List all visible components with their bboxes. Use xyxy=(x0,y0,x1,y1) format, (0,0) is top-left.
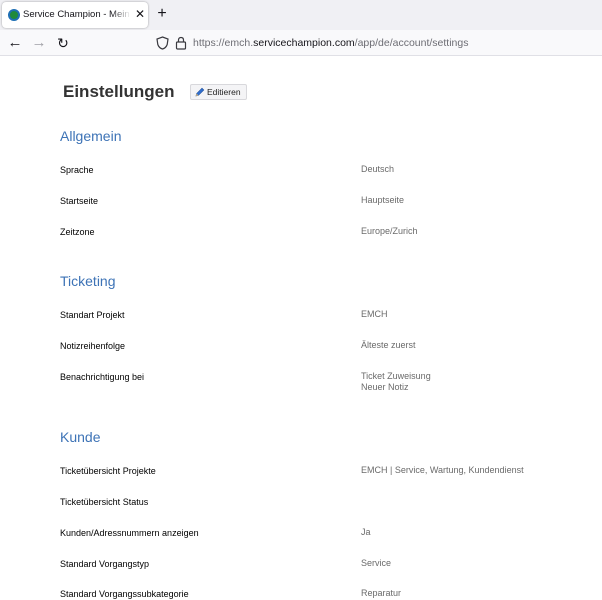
setting-value-standard-vorgangssubkategorie: Reparatur xyxy=(361,588,402,598)
browser-tab[interactable]: Service Champion - Mein Konto ✕ xyxy=(2,2,148,28)
setting-value-standart-projekt: EMCH xyxy=(361,309,388,319)
setting-label-startseite: Startseite xyxy=(60,196,99,206)
padlock-icon[interactable] xyxy=(175,36,187,50)
setting-label-zeitzone: Zeitzone xyxy=(60,227,95,237)
setting-value-sprache: Deutsch xyxy=(361,164,395,174)
setting-label-benachrichtigung: Benachrichtigung bei xyxy=(60,372,145,382)
section-title-ticketing: Ticketing xyxy=(60,273,116,289)
edit-button[interactable]: Editieren xyxy=(190,84,247,100)
setting-label-sprache: Sprache xyxy=(60,165,94,175)
setting-value-standard-vorgangstyp: Service xyxy=(361,558,392,568)
setting-value-startseite: Hauptseite xyxy=(361,195,405,205)
setting-label-notizreihenfolge: Notizreihenfolge xyxy=(60,341,126,351)
browser-tab-strip: Service Champion - Mein Konto ✕ + xyxy=(0,0,602,30)
setting-label-ticketuebersicht-status: Ticketübersicht Status xyxy=(60,497,149,507)
setting-label-standart-projekt: Standart Projekt xyxy=(60,310,125,320)
page-title: Einstellungen xyxy=(63,82,175,101)
section-title-kunde: Kunde xyxy=(60,429,101,445)
close-tab-icon[interactable]: ✕ xyxy=(133,7,147,21)
tab-title: Service Champion - Mein Konto xyxy=(23,9,131,20)
setting-value-zeitzone: Europe/Zurich xyxy=(361,226,418,236)
setting-value-kunden-adressnummern: Ja xyxy=(361,527,371,537)
setting-label-ticketuebersicht-projekte: Ticketübersicht Projekte xyxy=(60,466,156,476)
setting-value-benachrichtigung-1: Ticket Zuweisung xyxy=(361,371,431,381)
setting-label-standard-vorgangssubkategorie: Standard Vorgangssubkategorie xyxy=(60,589,189,599)
tracking-protection-shield-icon[interactable] xyxy=(156,36,169,50)
url-host: servicechampion.com xyxy=(253,37,355,49)
url-path: /app/de/account/settings xyxy=(354,37,469,49)
browser-navigation-bar: ← → ↻ https://emch.servicechampion.com/a… xyxy=(0,30,602,56)
setting-value-notizreihenfolge: Älteste zuerst xyxy=(361,340,416,350)
back-arrow-icon[interactable]: ← xyxy=(5,33,25,53)
url-prefix: https://emch. xyxy=(193,37,254,49)
reload-icon[interactable]: ↻ xyxy=(53,33,73,53)
setting-label-kunden-adressnummern: Kunden/Adressnummern anzeigen xyxy=(60,528,199,538)
setting-label-standard-vorgangstyp: Standard Vorgangstyp xyxy=(60,559,150,569)
section-title-allgemein: Allgemein xyxy=(60,128,122,144)
setting-value-ticketuebersicht-projekte: EMCH | Service, Wartung, Kundendienst xyxy=(361,465,524,475)
edit-button-label: Editieren xyxy=(207,87,241,97)
forward-arrow-icon[interactable]: → xyxy=(29,33,49,53)
setting-value-benachrichtigung-2: Neuer Notiz xyxy=(361,382,409,392)
new-tab-icon[interactable]: + xyxy=(153,5,171,23)
service-champion-favicon-icon xyxy=(8,9,20,21)
url-field[interactable]: https://emch.servicechampion.com/app/de/… xyxy=(193,37,469,49)
pencil-icon xyxy=(195,87,205,97)
